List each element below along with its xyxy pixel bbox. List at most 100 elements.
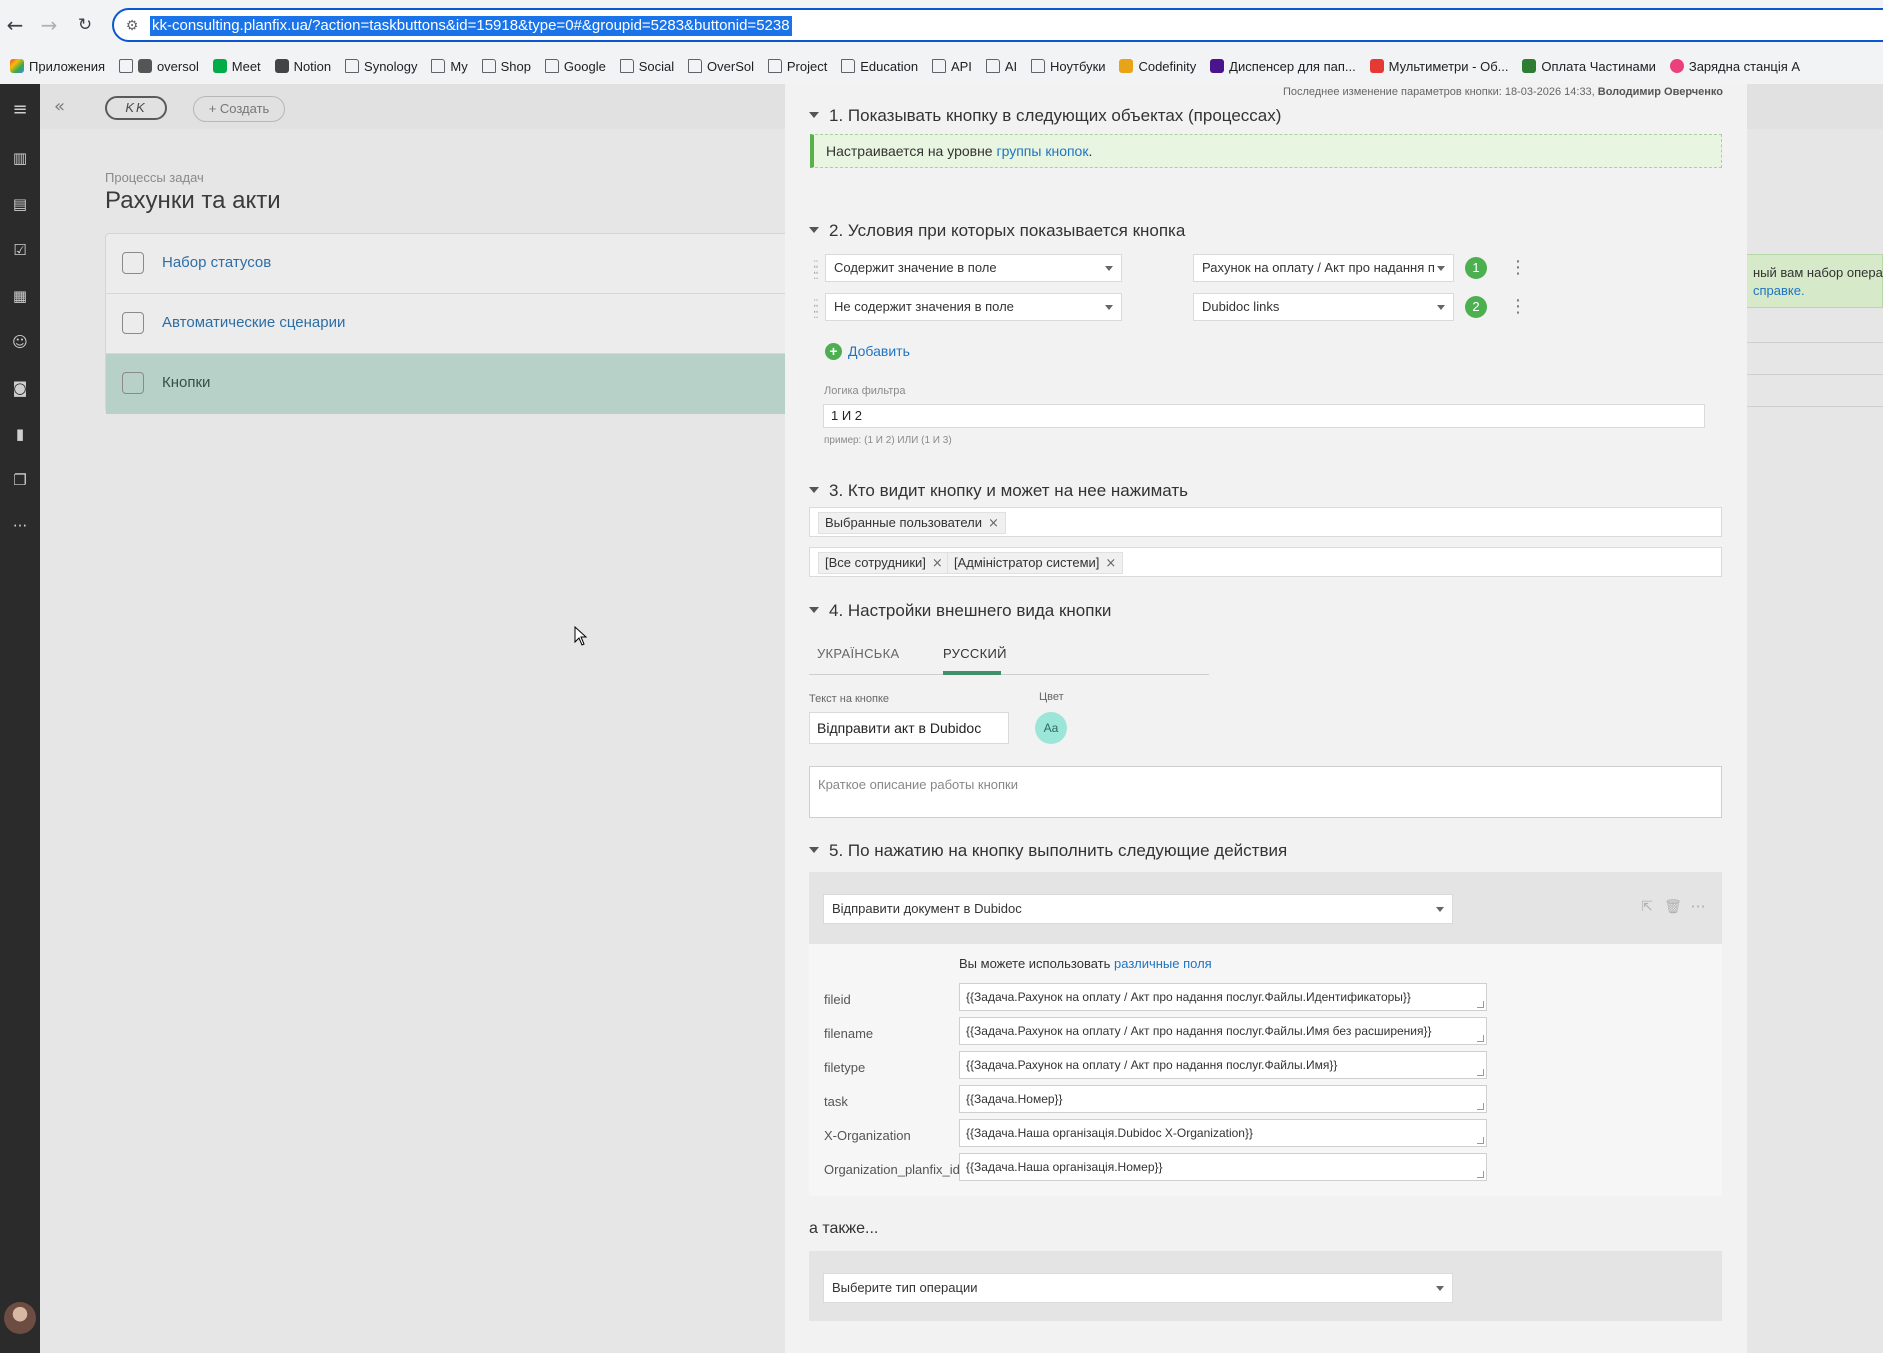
site-icon bbox=[1669, 59, 1684, 73]
condition-menu-icon[interactable]: ⋮ bbox=[1509, 296, 1527, 318]
selected-users-tag[interactable]: Выбранные пользователи × bbox=[818, 512, 1006, 534]
bookmark-education[interactable]: Education bbox=[841, 57, 918, 77]
resize-grip-icon[interactable] bbox=[1477, 1171, 1484, 1178]
documents-icon[interactable]: ▦ bbox=[8, 284, 32, 308]
caret-down-icon bbox=[809, 847, 819, 853]
section-conditions-header[interactable]: 2. Условия при которых показывается кноп… bbox=[809, 221, 1185, 241]
tab-russian[interactable]: РУССКИЙ bbox=[943, 646, 1007, 661]
resize-grip-icon[interactable] bbox=[1477, 1035, 1484, 1042]
section-appearance-header[interactable]: 4. Настройки внешнего вида кнопки bbox=[809, 601, 1111, 621]
condition-operator-select[interactable]: Содержит значение в поле bbox=[825, 254, 1122, 282]
side-note-link[interactable]: справке. bbox=[1753, 283, 1805, 298]
more-icon[interactable]: ··· bbox=[8, 514, 32, 538]
process-menu: Набор статусов Автоматические сценарии К… bbox=[105, 233, 866, 414]
color-picker[interactable]: Aa bbox=[1035, 712, 1067, 744]
section-actions-header[interactable]: 5. По нажатию на кнопку выполнить следую… bbox=[809, 841, 1287, 861]
user-tag[interactable]: [Все сотрудники] × bbox=[818, 552, 950, 574]
remove-tag-icon[interactable]: × bbox=[1105, 556, 1116, 571]
param-input[interactable]: {{Задача.Номер}} bbox=[959, 1085, 1487, 1113]
drag-handle-icon[interactable]: :::::: bbox=[813, 296, 821, 320]
section-visibility-header[interactable]: 3. Кто видит кнопку и может на нее нажим… bbox=[809, 481, 1188, 501]
who-mode-select[interactable]: Выбранные пользователи × bbox=[809, 507, 1722, 537]
address-bar[interactable]: ⚙ kk-consulting.planfix.ua/?action=taskb… bbox=[112, 8, 1883, 42]
bookmark-ai[interactable]: AI bbox=[985, 57, 1017, 77]
bookmark-oversol-folder[interactable]: OverSol bbox=[688, 57, 754, 77]
bookmark-multimeters[interactable]: Мультиметри - Об... bbox=[1369, 57, 1509, 77]
bookmark-dispenser[interactable]: Диспенсер для пап... bbox=[1210, 57, 1356, 77]
inbox-icon[interactable]: ▤ bbox=[8, 192, 32, 216]
bookmark-notebooks[interactable]: Ноутбуки bbox=[1031, 57, 1106, 77]
bookmark-social[interactable]: Social bbox=[619, 57, 674, 77]
drag-handle-icon[interactable]: :::::: bbox=[813, 257, 821, 281]
folder-icon bbox=[619, 59, 634, 73]
bookmark-project[interactable]: Project bbox=[767, 57, 827, 77]
bookmark-codefinity[interactable]: Codefinity bbox=[1119, 57, 1196, 77]
bookmark-shop[interactable]: Shop bbox=[481, 57, 531, 77]
create-button[interactable]: + Создать bbox=[193, 96, 285, 122]
menu-item-statuses[interactable]: Набор статусов bbox=[106, 234, 866, 294]
fields-link[interactable]: различные поля bbox=[1114, 956, 1212, 971]
menu-item-buttons[interactable]: Кнопки bbox=[106, 354, 866, 414]
condition-menu-icon[interactable]: ⋮ bbox=[1509, 257, 1527, 279]
reload-icon[interactable]: ↻ bbox=[72, 12, 98, 38]
menu-item-scenarios[interactable]: Автоматические сценарии bbox=[106, 294, 866, 354]
resize-grip-icon[interactable] bbox=[1477, 1001, 1484, 1008]
back-icon[interactable]: ← bbox=[2, 12, 28, 38]
bookmark-synology[interactable]: Synology bbox=[345, 57, 418, 77]
user-avatar[interactable] bbox=[4, 1302, 36, 1334]
bookmark-meet[interactable]: Meet bbox=[212, 57, 261, 77]
section-objects-header[interactable]: 1. Показывать кнопку в следующих объекта… bbox=[809, 106, 1281, 126]
button-groups-link[interactable]: группы кнопок bbox=[996, 143, 1088, 159]
employees-icon[interactable]: ◙ bbox=[8, 376, 32, 400]
param-input[interactable]: {{Задача.Наша організація.Номер}} bbox=[959, 1153, 1487, 1181]
bookmark-apps[interactable]: Приложения bbox=[10, 57, 105, 77]
bookmark-api[interactable]: API bbox=[931, 57, 972, 77]
filter-logic-input[interactable]: 1 И 2 bbox=[823, 404, 1705, 428]
resize-grip-icon[interactable] bbox=[1477, 1069, 1484, 1076]
button-text-input[interactable]: Відправити акт в Dubidoc bbox=[809, 712, 1009, 744]
bookmark-payment[interactable]: Оплата Частинами bbox=[1522, 57, 1656, 77]
open-external-icon[interactable]: ⇱ bbox=[1638, 898, 1656, 916]
delete-icon[interactable]: 🗑 bbox=[1664, 898, 1682, 916]
breadcrumb[interactable]: Процессы задач bbox=[105, 170, 204, 185]
resize-grip-icon[interactable] bbox=[1477, 1137, 1484, 1144]
tasks-icon[interactable]: ▥ bbox=[8, 146, 32, 170]
menu-icon[interactable]: ≡ bbox=[8, 98, 32, 122]
bookmark-charging[interactable]: Зарядна станція A bbox=[1669, 57, 1800, 77]
remove-tag-icon[interactable]: × bbox=[988, 516, 999, 531]
bookmark-oversol[interactable]: oversol bbox=[118, 57, 199, 77]
apps-grid-icon bbox=[10, 59, 24, 73]
collapse-sidebar-icon[interactable]: « bbox=[54, 96, 65, 117]
param-input[interactable]: {{Задача.Наша організація.Dubidoc X-Orga… bbox=[959, 1119, 1487, 1147]
add-condition-button[interactable]: + Добавить bbox=[825, 343, 910, 360]
forward-icon[interactable]: → bbox=[36, 12, 62, 38]
company-logo[interactable]: KK bbox=[105, 96, 167, 120]
bookmark-notion[interactable]: Notion bbox=[274, 57, 331, 77]
url-text[interactable]: kk-consulting.planfix.ua/?action=taskbut… bbox=[150, 16, 792, 36]
files-icon[interactable]: ❐ bbox=[8, 468, 32, 492]
condition-operator-select[interactable]: Не содержит значения в поле bbox=[825, 293, 1122, 321]
description-textarea[interactable]: Краткое описание работы кнопки bbox=[809, 766, 1722, 818]
user-tag[interactable]: [Адміністратор системи] × bbox=[947, 552, 1124, 574]
checklist-icon[interactable]: ☑ bbox=[8, 238, 32, 262]
bookmark-google[interactable]: Google bbox=[544, 57, 606, 77]
param-input[interactable]: {{Задача.Рахунок на оплату / Акт про над… bbox=[959, 1017, 1487, 1045]
bookmark-my[interactable]: My bbox=[431, 57, 468, 77]
more-actions-icon[interactable]: ··· bbox=[1689, 898, 1707, 916]
contacts-icon[interactable]: ☺ bbox=[8, 330, 32, 354]
active-tab-indicator bbox=[943, 671, 1001, 675]
resize-grip-icon[interactable] bbox=[1477, 1103, 1484, 1110]
reports-icon[interactable]: ▮ bbox=[8, 422, 32, 446]
action-type-select[interactable]: Відправити документ в Dubidoc bbox=[823, 894, 1453, 924]
users-select[interactable]: [Все сотрудники] × [Адміністратор системи… bbox=[809, 547, 1722, 577]
tab-ukrainian[interactable]: УКРАЇНСЬКА bbox=[817, 646, 899, 661]
operation-type-select[interactable]: Выберите тип операции bbox=[823, 1273, 1453, 1303]
site-icon bbox=[1210, 59, 1225, 73]
param-input[interactable]: {{Задача.Рахунок на оплату / Акт про над… bbox=[959, 983, 1487, 1011]
param-value: {{Задача.Рахунок на оплату / Акт про над… bbox=[966, 1024, 1432, 1038]
condition-field-select[interactable]: Рахунок на оплату / Акт про надання п bbox=[1193, 254, 1454, 282]
param-input[interactable]: {{Задача.Рахунок на оплату / Акт про над… bbox=[959, 1051, 1487, 1079]
remove-tag-icon[interactable]: × bbox=[932, 556, 943, 571]
condition-field-select[interactable]: Dubidoc links bbox=[1193, 293, 1454, 321]
site-settings-icon[interactable]: ⚙ bbox=[122, 16, 142, 36]
